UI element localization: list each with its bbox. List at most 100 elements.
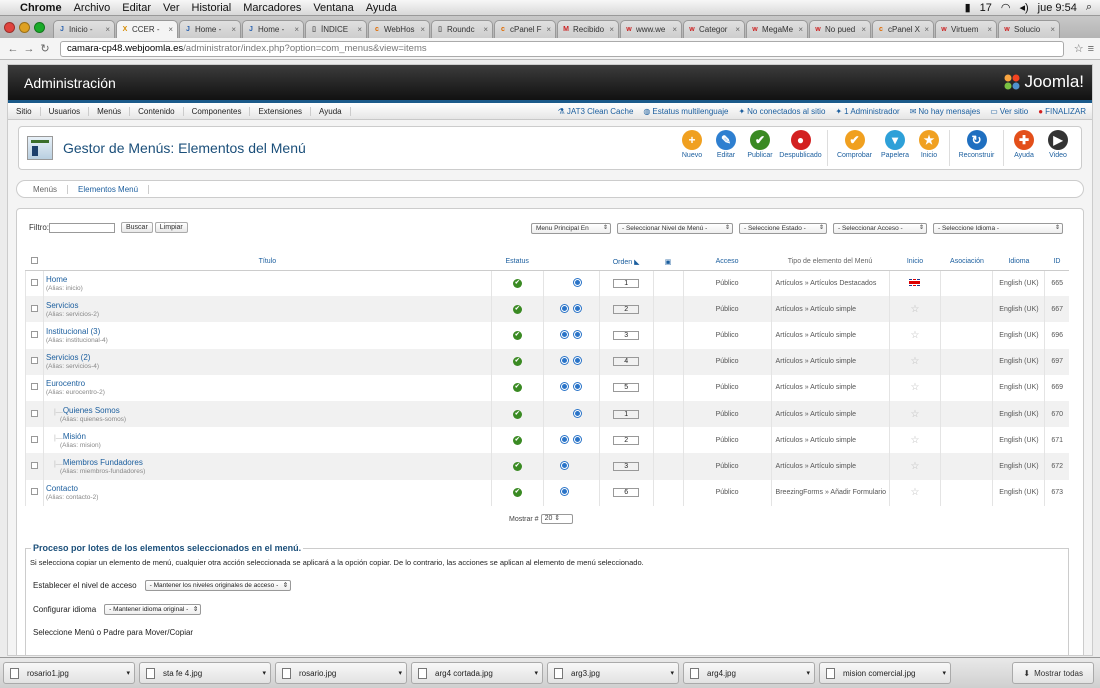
published-check-icon[interactable]: ✔ [512,278,522,288]
order-input[interactable]: 4 [613,357,640,367]
url-input[interactable]: camara-cp48.webjoomla.es/administrator/i… [60,40,1064,57]
item-title-link[interactable]: Eurocentro [46,379,491,388]
browser-tab[interactable]: w Virtuem × [935,20,997,38]
col-association[interactable]: Asociación [940,254,993,271]
order-input[interactable]: 3 [613,461,640,471]
status-link[interactable]: ● FINALIZAR [1038,107,1086,116]
tab-close-icon[interactable]: × [420,25,425,34]
status-link[interactable]: ✦ No conectados al sitio [738,107,825,116]
toolbar-button-ayuda[interactable]: ✚ Ayuda [1008,130,1040,166]
browser-tab[interactable]: w www.we × [620,20,682,38]
download-menu-icon[interactable]: ▾ [398,669,402,677]
item-title-link[interactable]: Miembros Fundadores [54,458,491,467]
item-title-link[interactable]: Home [46,275,491,284]
tab-close-icon[interactable]: × [483,25,488,34]
mac-menu-item[interactable]: Historial [192,2,232,14]
download-item[interactable]: mision comercial.jpg ▾ [819,662,951,684]
col-id[interactable]: ID [1044,254,1069,271]
default-star-icon[interactable]: ☆ [911,461,920,472]
download-item[interactable]: sta fe 4.jpg ▾ [139,662,271,684]
toolbar-button-publicar[interactable]: ✔ Publicar [744,130,776,166]
download-menu-icon[interactable]: ▾ [670,669,674,677]
order-input[interactable]: 6 [613,488,640,498]
col-order[interactable]: Orden ◣ [599,254,654,271]
browser-tab[interactable]: c cPanel F × [494,20,556,38]
move-up-icon[interactable] [561,461,569,469]
download-menu-icon[interactable]: ▾ [942,669,946,677]
batch-access-select[interactable]: - Mantener los niveles originales de acc… [144,580,292,591]
default-star-icon[interactable]: ☆ [911,356,920,367]
tab-close-icon[interactable]: × [294,25,299,34]
row-checkbox[interactable] [30,330,38,338]
move-down-icon[interactable] [574,435,582,443]
move-down-icon[interactable] [574,383,582,391]
admin-menu-item[interactable]: Extensiones [250,106,312,116]
order-input[interactable]: 2 [613,304,640,314]
tab-close-icon[interactable]: × [861,25,866,34]
row-checkbox[interactable] [30,488,38,496]
default-star-icon[interactable]: ☆ [911,304,920,315]
col-access[interactable]: Acceso [683,254,772,271]
browser-tab[interactable]: c cPanel X × [872,20,934,38]
battery-icon[interactable]: ▮ [965,1,971,14]
mac-app-name[interactable]: Chrome [20,2,62,14]
search-button[interactable]: Buscar [121,222,153,233]
item-title-link[interactable]: Misión [54,432,491,441]
move-up-icon[interactable] [561,435,569,443]
toolbar-button-papelera[interactable]: ▾ Papelera [879,130,911,166]
browser-tab[interactable]: M Recibido × [557,20,619,38]
browser-tab[interactable]: J Inicio - × [53,20,115,38]
uk-flag-icon[interactable] [909,278,921,286]
browser-tab[interactable]: c WebHos × [368,20,430,38]
chrome-menu-icon[interactable]: ≡ [1088,43,1094,55]
col-save-order[interactable]: ▣ [653,254,684,271]
toolbar-button-comprobar[interactable]: ✔ Comprobar [832,130,877,166]
reload-icon[interactable]: ↻ [38,42,52,55]
level-select[interactable]: - Seleccionar Nivel de Menú - [617,223,733,234]
published-check-icon[interactable]: ✔ [512,409,522,419]
admin-menu-item[interactable]: Usuarios [41,106,90,116]
default-star-icon[interactable]: ☆ [911,435,920,446]
tab-menus[interactable]: Menús [23,184,69,194]
col-home[interactable]: Inicio [889,254,941,271]
download-menu-icon[interactable]: ▾ [534,669,538,677]
published-check-icon[interactable]: ✔ [512,383,522,393]
pagination-limit-select[interactable]: 20 ⇕ [540,514,573,524]
tab-close-icon[interactable]: × [987,25,992,34]
move-down-icon[interactable] [574,330,582,338]
row-checkbox[interactable] [30,461,38,469]
tab-close-icon[interactable]: × [672,25,677,34]
item-title-link[interactable]: Contacto [46,484,491,493]
select-all-checkbox[interactable] [30,257,38,265]
order-input[interactable]: 1 [613,409,640,419]
item-title-link[interactable]: Servicios [46,301,491,310]
clear-button[interactable]: Limpiar [154,222,188,233]
published-check-icon[interactable]: ✔ [512,304,522,314]
default-star-icon[interactable]: ☆ [911,409,920,420]
browser-tab[interactable]: w No pued × [809,20,871,38]
row-checkbox[interactable] [30,383,38,391]
move-up-icon[interactable] [561,304,569,312]
published-check-icon[interactable]: ✔ [512,488,522,498]
published-check-icon[interactable]: ✔ [512,461,522,471]
download-menu-icon[interactable]: ▾ [126,669,130,677]
move-up-icon[interactable] [561,330,569,338]
tab-close-icon[interactable]: × [105,25,110,34]
published-check-icon[interactable]: ✔ [512,435,522,445]
toolbar-button-editar[interactable]: ✎ Editar [710,130,742,166]
browser-tab[interactable]: J Home - × [179,20,241,38]
item-title-link[interactable]: Institucional (3) [46,327,491,336]
show-all-downloads-button[interactable]: ⬇ Mostrar todas [1012,662,1094,684]
browser-tab[interactable]: w MegaMe × [746,20,808,38]
col-language[interactable]: Idioma [992,254,1045,271]
order-input[interactable]: 1 [613,278,640,288]
published-check-icon[interactable]: ✔ [512,357,522,367]
item-title-link[interactable]: Quienes Somos [54,406,491,415]
admin-menu-item[interactable]: Contenido [130,106,184,116]
col-status[interactable]: Estatus [491,254,544,271]
mac-menu-item[interactable]: Ventana [313,2,353,14]
tab-close-icon[interactable]: × [357,25,362,34]
state-select[interactable]: - Seleccione Estado - [739,223,827,234]
download-item[interactable]: rosario1.jpg ▾ [3,662,135,684]
default-star-icon[interactable]: ☆ [911,487,920,498]
